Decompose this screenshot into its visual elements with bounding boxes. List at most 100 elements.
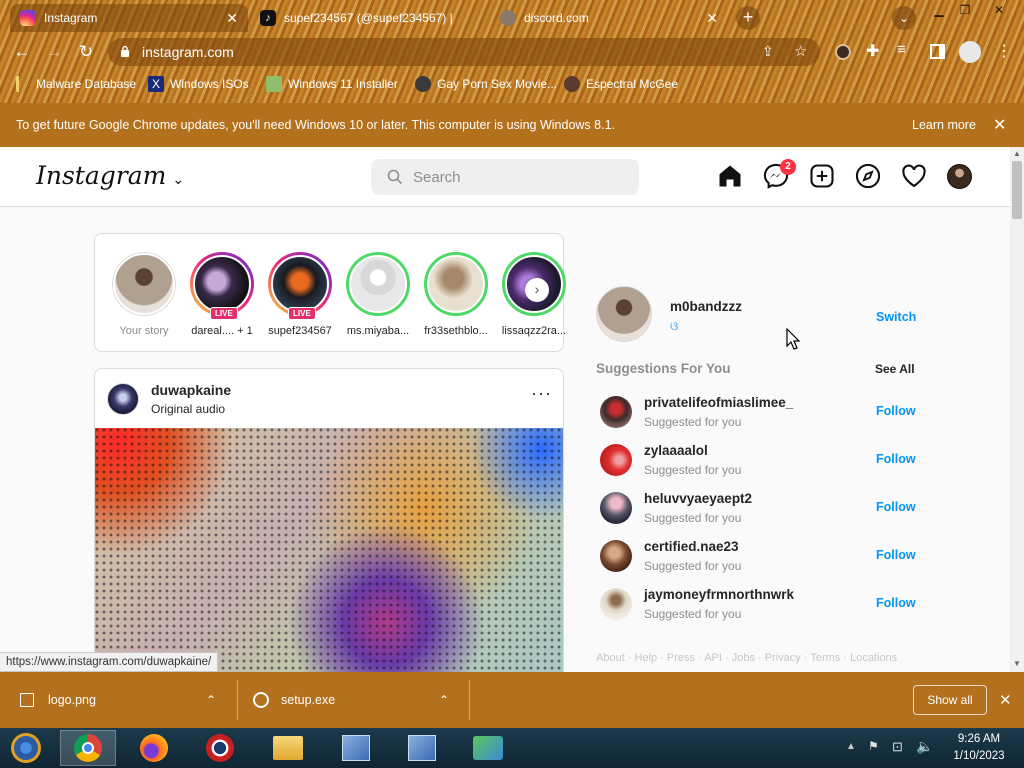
story-item[interactable]: Your story (109, 252, 179, 337)
maximize-button[interactable]: ❐ (954, 2, 976, 18)
image-favicon-icon (266, 76, 282, 92)
new-tab-button[interactable]: + (736, 6, 760, 30)
bookmark-windows-isos[interactable]: X Windows ISOs (148, 75, 249, 93)
current-username[interactable]: m0bandzzz (670, 299, 742, 314)
suggestion-avatar[interactable] (600, 540, 632, 572)
volume-icon[interactable]: 🔈 (916, 738, 933, 755)
close-window-button[interactable]: ✕ (988, 2, 1010, 18)
page-scrollbar[interactable]: ▲ ▼ (1010, 147, 1024, 672)
more-options-icon[interactable]: ··· (531, 383, 552, 404)
chevron-up-icon[interactable]: ⌃ (206, 693, 216, 707)
close-downloads-icon[interactable]: ✕ (999, 691, 1012, 709)
story-item[interactable]: LIVE dareal.... + 1 (187, 252, 257, 337)
reload-button[interactable]: ↻ (75, 42, 97, 62)
side-panel-icon[interactable] (930, 44, 945, 59)
follow-button[interactable]: Follow (876, 500, 916, 514)
suggestion-name[interactable]: privatelifeofmiaslimee_ (644, 395, 793, 410)
switch-account-button[interactable]: Switch (876, 310, 916, 324)
tab-instagram[interactable]: Instagram ✕ (10, 4, 248, 32)
stories-next-button[interactable]: › (525, 278, 549, 302)
suggestion-name[interactable]: heluvvyaeyaept2 (644, 491, 752, 506)
chrome-icon (74, 734, 102, 762)
extensions-puzzle-icon[interactable]: ✚ (866, 41, 879, 61)
bookmark-star-icon[interactable]: ☆ (794, 42, 807, 60)
bookmark-malware-database[interactable]: Malware Database (16, 75, 136, 93)
suggestion-name[interactable]: jaymoneyfrmnorthnwrk (644, 587, 794, 602)
close-infobar-icon[interactable]: ✕ (993, 115, 1006, 135)
scroll-up-icon[interactable]: ▲ (1013, 149, 1021, 158)
suggestion-sub: Suggested for you (644, 511, 742, 525)
tab-tiktok[interactable]: ♪ supef234567 (@supef234567) | (250, 4, 488, 32)
taskbar-installer-1[interactable] (328, 730, 384, 766)
network-icon[interactable]: ⊡ (892, 739, 903, 755)
current-user-avatar[interactable] (596, 286, 652, 342)
tray-expand-icon[interactable]: ▲ (846, 741, 856, 752)
story-item[interactable]: LIVE supef234567 (265, 252, 335, 337)
chrome-menu-icon[interactable]: ⋮ (996, 41, 1012, 61)
minimize-button[interactable]: ▁ (928, 2, 950, 18)
profile-icon[interactable] (959, 41, 981, 63)
footer-links[interactable]: About · Help · Press · API · Jobs · Priv… (596, 652, 897, 664)
bookmark-movie-site[interactable]: Gay Porn Sex Movie... (415, 75, 557, 93)
taskbar-chrome[interactable] (60, 730, 116, 766)
extension-avatar-icon[interactable] (835, 44, 851, 60)
download-item[interactable]: logo.png ⌃ (20, 672, 236, 728)
forward-button[interactable]: → (43, 42, 65, 62)
bookmark-windows-11-installer[interactable]: Windows 11 Installer (266, 75, 398, 93)
learn-more-link[interactable]: Learn more (912, 118, 976, 132)
download-filename: setup.exe (281, 693, 336, 707)
suggestion-avatar[interactable] (600, 396, 632, 428)
post-author-name[interactable]: duwapkaine (151, 382, 231, 398)
scrollbar-thumb[interactable] (1012, 161, 1022, 219)
suggestion-avatar[interactable] (600, 444, 632, 476)
story-item[interactable]: fr33sethblo... (421, 252, 491, 337)
instagram-favicon-icon (20, 10, 36, 26)
action-center-flag-icon[interactable]: ⚑ (868, 739, 879, 753)
chevron-up-icon[interactable]: ⌃ (439, 693, 449, 707)
taskbar-installer-2[interactable] (394, 730, 450, 766)
share-icon[interactable]: ⇪ (762, 43, 774, 60)
suggestion-name[interactable]: certified.nae23 (644, 539, 739, 554)
show-all-button[interactable]: Show all (913, 685, 987, 715)
installer-file-icon (253, 692, 269, 708)
scroll-down-icon[interactable]: ▼ (1013, 659, 1021, 668)
update-infobar: To get future Google Chrome updates, you… (0, 103, 1024, 147)
address-bar[interactable]: instagram.com ⇪ ☆ (108, 38, 820, 66)
taskbar-network-app[interactable] (460, 730, 516, 766)
tab-search-button[interactable]: ⌄ (892, 6, 916, 30)
suggestion-sub: Suggested for you (644, 607, 742, 621)
taskbar-file-explorer[interactable] (260, 730, 316, 766)
post-audio-label[interactable]: Original audio (151, 402, 225, 416)
see-all-link[interactable]: See All (875, 362, 915, 376)
download-filename: logo.png (48, 693, 96, 707)
story-avatar (271, 255, 329, 313)
instagram-logo[interactable]: Instagram ⌄ (36, 161, 184, 190)
follow-button[interactable]: Follow (876, 452, 916, 466)
clock-date: 1/10/2023 (953, 750, 1005, 762)
chevron-down-icon[interactable]: ⌄ (172, 172, 184, 188)
suggestion-avatar[interactable] (600, 588, 632, 620)
media-control-icon[interactable]: ≡ (897, 41, 906, 58)
suggestion-name[interactable]: zylaaaalol (644, 443, 708, 458)
bookmark-espectral-mcgee[interactable]: Espectral McGee (564, 75, 678, 93)
start-button[interactable] (0, 730, 52, 766)
suggestion-avatar[interactable] (600, 492, 632, 524)
story-item[interactable]: ms.miyaba... (343, 252, 413, 337)
back-button[interactable]: ← (11, 42, 33, 62)
taskbar-firefox[interactable] (126, 730, 182, 766)
clock[interactable]: 9:26 AM 1/10/2023 (944, 731, 1014, 765)
follow-button[interactable]: Follow (876, 596, 916, 610)
taskbar-opera[interactable] (192, 730, 248, 766)
close-tab-icon[interactable]: ✕ (226, 10, 238, 27)
post-media[interactable] (95, 428, 563, 672)
suggestion-sub: Suggested for you (644, 559, 742, 573)
profile-avatar[interactable] (947, 164, 972, 189)
globe-favicon-icon (500, 10, 516, 26)
close-tab-icon[interactable]: ✕ (706, 10, 718, 27)
link-status-bubble: https://www.instagram.com/duwapkaine/ (0, 652, 219, 672)
post-author-avatar[interactable] (107, 383, 139, 415)
follow-button[interactable]: Follow (876, 548, 916, 562)
tab-discord[interactable]: discord.com ✕ (490, 4, 728, 32)
follow-button[interactable]: Follow (876, 404, 916, 418)
download-item[interactable]: setup.exe ⌃ (253, 672, 469, 728)
